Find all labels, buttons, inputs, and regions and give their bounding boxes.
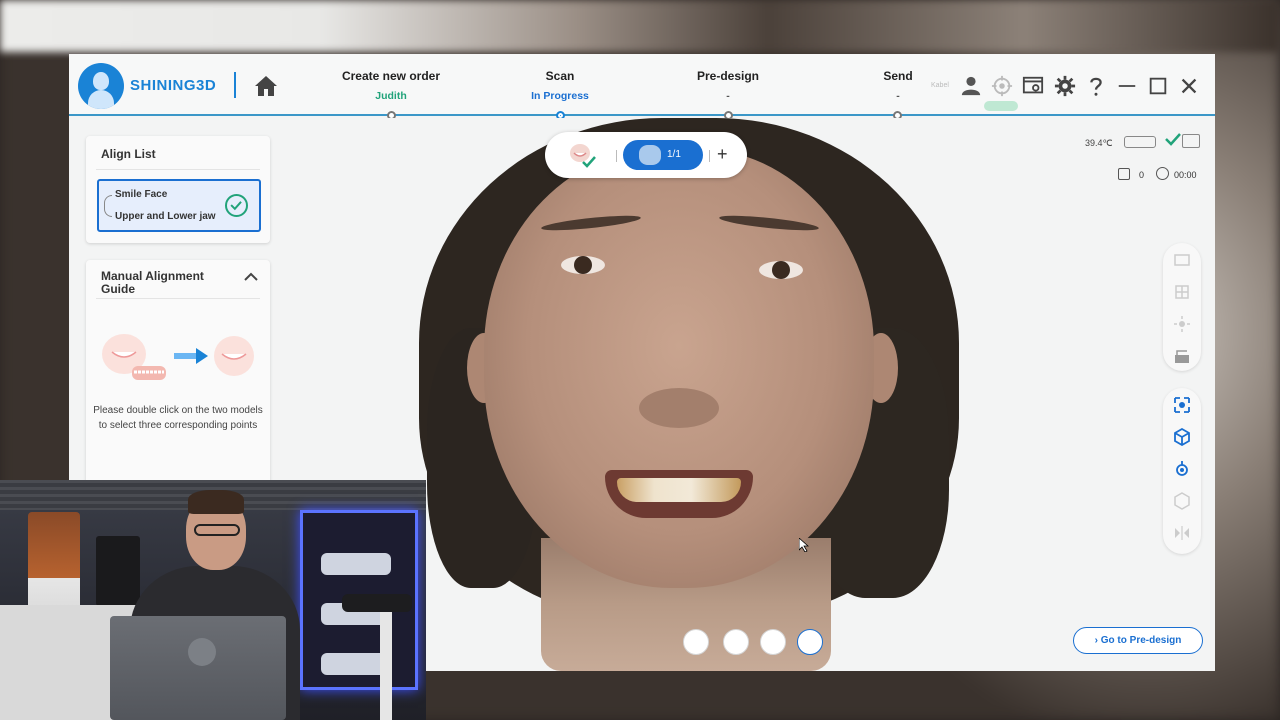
webcam-device	[96, 536, 140, 606]
step-create-order-status: Judith	[375, 90, 407, 102]
view-rotate-button[interactable]	[760, 629, 786, 655]
trim-icon[interactable]	[1173, 347, 1191, 365]
monitor-icon[interactable]	[1182, 134, 1200, 148]
side-toolbar-bottom	[1163, 388, 1201, 554]
jaw-scan-icon	[639, 145, 661, 165]
webcam-scanner	[342, 594, 412, 612]
scan-eye-right	[759, 261, 803, 279]
mirror-icon[interactable]	[1173, 524, 1191, 542]
view-front-button[interactable]	[683, 629, 709, 655]
frame-counter-icon	[1118, 168, 1130, 180]
webcam-scanner-stand	[380, 610, 392, 720]
smile-face-tab-icon[interactable]	[567, 142, 597, 168]
settings-cube-icon[interactable]	[1173, 492, 1191, 510]
face-scan-model[interactable]	[484, 148, 874, 588]
brand-divider	[234, 72, 236, 98]
align-list-divider	[96, 169, 260, 170]
jaw-view-icon[interactable]	[1173, 396, 1191, 414]
jaw-scan-tab[interactable]: 1/1	[623, 140, 703, 170]
scanner-battery-icon	[1124, 136, 1156, 148]
go-to-pre-design-label: Go to Pre-design	[1100, 635, 1182, 646]
connected-check-icon	[1165, 133, 1181, 146]
step-scan-status: In Progress	[531, 90, 589, 102]
webcam-presenter-hair	[188, 490, 244, 514]
help-icon[interactable]	[1085, 75, 1107, 97]
reset-view-button[interactable]	[797, 629, 823, 655]
user-icon[interactable]	[960, 75, 982, 97]
cube-icon[interactable]	[1173, 428, 1191, 446]
frame-counter: 0	[1139, 170, 1145, 180]
pair-bracket-icon	[104, 195, 112, 217]
webcam-presenter-glasses	[194, 524, 240, 536]
alignment-illustration-icon	[102, 334, 254, 380]
guide-title: Manual Alignment Guide	[101, 269, 204, 296]
target-icon[interactable]	[991, 75, 1013, 97]
background-top	[0, 0, 1280, 52]
kabel-label: Kabel	[931, 82, 949, 89]
scan-nose	[639, 388, 719, 428]
align-list-title: Align List	[101, 147, 156, 161]
step-scan[interactable]: Scan In Progress	[490, 69, 630, 102]
webcam-laptop	[110, 616, 286, 720]
webcam-overlay	[0, 480, 426, 720]
top-bar: SHINING3D Create new order Judith Scan I…	[69, 54, 1215, 116]
manual-alignment-guide-panel: Manual Alignment Guide Please double cli…	[86, 260, 270, 490]
step-pre-design-status: -	[726, 90, 730, 102]
scan-data-tabs: 1/1 +	[545, 132, 747, 178]
guide-instructions: Please double click on the two models to…	[93, 405, 263, 431]
scan-tab-count: 1/1	[667, 149, 681, 160]
view-overlay-button[interactable]	[723, 629, 749, 655]
maximize-icon[interactable]	[1147, 75, 1169, 97]
scan-teeth[interactable]	[617, 478, 741, 502]
clock-icon	[1156, 167, 1169, 180]
laptop-logo-icon	[188, 638, 216, 666]
texture-icon[interactable]	[1173, 251, 1191, 269]
gear-icon[interactable]	[1054, 75, 1076, 97]
check-circle-icon	[225, 194, 248, 217]
step-scan-title: Scan	[545, 69, 575, 83]
scan-tab-separator	[709, 150, 710, 162]
step-pre-design-title: Pre-design	[696, 69, 759, 83]
align-item-smile-face: Smile Face	[115, 189, 168, 200]
align-item-jaw: Upper and Lower jaw	[115, 211, 216, 222]
screenshot-icon[interactable]	[1022, 75, 1044, 97]
step-send-title: Send	[883, 69, 913, 83]
brand-logo-icon	[78, 63, 124, 109]
step-create-order-title: Create new order	[341, 69, 441, 83]
minimize-icon[interactable]	[1116, 75, 1138, 97]
shelf-scanner	[321, 553, 391, 575]
align-list-item[interactable]: Smile Face Upper and Lower jaw	[97, 179, 261, 232]
add-scan-button[interactable]: +	[717, 144, 728, 165]
grid-icon[interactable]	[1173, 283, 1191, 301]
scan-eye-left	[561, 256, 605, 274]
align-points-icon[interactable]	[1173, 460, 1191, 478]
temperature-readout: 39.4℃	[1085, 138, 1113, 148]
step-send-status: -	[896, 90, 900, 102]
chevron-up-icon[interactable]	[244, 272, 258, 282]
step-create-order[interactable]: Create new order Judith	[321, 69, 461, 102]
brightness-icon[interactable]	[1173, 315, 1191, 333]
scan-timer: 00:00	[1174, 170, 1197, 180]
scan-mouth	[605, 470, 753, 518]
guide-divider	[96, 298, 260, 299]
align-list-panel: Align List Smile Face Upper and Lower ja…	[86, 136, 270, 243]
mouse-cursor-icon	[799, 538, 809, 552]
scan-tab-separator	[616, 150, 617, 162]
brand-name: SHINING3D	[130, 77, 217, 94]
go-to-pre-design-button[interactable]: › Go to Pre-design	[1073, 627, 1203, 654]
side-toolbar-top	[1163, 243, 1201, 371]
home-icon[interactable]	[254, 74, 278, 98]
step-pre-design[interactable]: Pre-design -	[658, 69, 798, 102]
close-icon[interactable]	[1178, 75, 1200, 97]
target-toggle[interactable]	[984, 101, 1018, 111]
